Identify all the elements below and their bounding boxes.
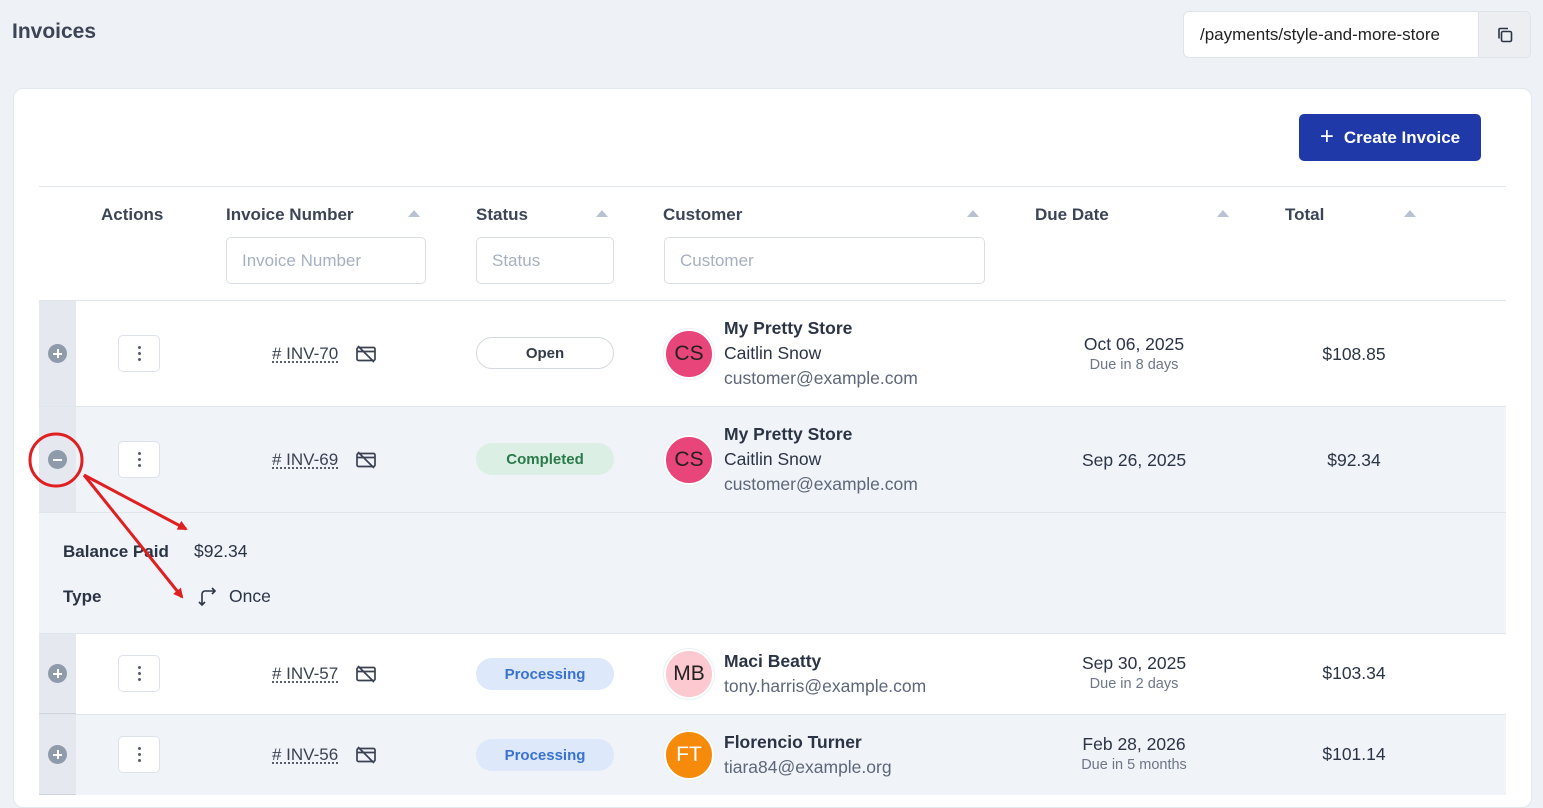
type-label: Type [63, 587, 101, 607]
customer-store: My Pretty Store [724, 316, 918, 341]
row-details-panel: Balance Paid $92.34 Type Once [39, 513, 1506, 633]
table-row: # INV-70 Open CS My Pretty Store Caitlin… [39, 301, 1506, 407]
invoice-number-filter-input[interactable]: Invoice Number [226, 237, 426, 284]
status-badge: Open [476, 337, 614, 369]
no-payment-method-icon [355, 450, 377, 470]
copy-url-button[interactable] [1478, 12, 1530, 57]
invoice-number-link[interactable]: # INV-69 [272, 450, 338, 470]
sort-invoice-number-icon[interactable] [408, 210, 420, 217]
column-header-total[interactable]: Total [1285, 205, 1324, 225]
due-relative: Due in 2 days [1039, 676, 1229, 692]
status-badge: Processing [476, 739, 614, 771]
status-filter-input[interactable]: Status [476, 237, 614, 284]
create-invoice-label: Create Invoice [1344, 128, 1460, 148]
customer-info: My Pretty Store Caitlin Snow customer@ex… [724, 316, 918, 391]
row-actions-menu-button[interactable] [118, 736, 160, 773]
sort-status-icon[interactable] [596, 210, 608, 217]
invoice-total: $108.85 [1284, 344, 1424, 365]
customer-email: tony.harris@example.com [724, 674, 926, 699]
due-date: Feb 28, 2026 [1039, 734, 1229, 755]
due-relative: Due in 5 months [1039, 757, 1229, 773]
due-date: Sep 30, 2025 [1039, 653, 1229, 674]
invoice-total: $103.34 [1284, 663, 1424, 684]
column-header-actions: Actions [101, 205, 163, 225]
table-row: # INV-69 Completed CS My Pretty Store Ca… [39, 407, 1506, 513]
due-date-cell: Oct 06, 2025 Due in 8 days [1039, 334, 1229, 373]
expand-row-icon[interactable] [48, 664, 67, 683]
customer-email: tiara84@example.org [724, 755, 892, 780]
balance-paid-label: Balance Paid [63, 542, 169, 562]
recurrence-arrows-icon [196, 585, 218, 607]
column-header-due-date[interactable]: Due Date [1035, 205, 1109, 225]
customer-info: Maci Beatty tony.harris@example.com [724, 649, 926, 699]
customer-name: Caitlin Snow [724, 447, 918, 472]
customer-email: customer@example.com [724, 366, 918, 391]
invoice-total: $101.14 [1284, 744, 1424, 765]
table-row: # INV-57 Processing MB Maci Beatty tony.… [39, 634, 1506, 714]
customer-name: Caitlin Snow [724, 341, 918, 366]
customer-info: My Pretty Store Caitlin Snow customer@ex… [724, 422, 918, 497]
avatar: CS [664, 435, 714, 485]
row-actions-menu-button[interactable] [118, 655, 160, 692]
create-invoice-button[interactable]: + Create Invoice [1299, 114, 1481, 161]
copy-icon [1495, 25, 1515, 45]
payment-url-box: /payments/style-and-more-store [1183, 11, 1531, 58]
no-payment-method-icon [355, 344, 377, 364]
no-payment-method-icon [355, 664, 377, 684]
no-payment-method-icon [355, 745, 377, 765]
customer-store: My Pretty Store [724, 422, 918, 447]
invoice-number-link[interactable]: # INV-70 [272, 344, 338, 364]
table-row: # INV-56 Processing FT Florencio Turner … [39, 715, 1506, 795]
due-date: Sep 26, 2025 [1039, 450, 1229, 471]
avatar: MB [664, 649, 714, 699]
collapse-row-icon[interactable] [48, 450, 67, 469]
avatar: CS [664, 329, 714, 379]
customer-info: Florencio Turner tiara84@example.org [724, 730, 892, 780]
customer-name: Maci Beatty [724, 649, 926, 674]
due-date: Oct 06, 2025 [1039, 334, 1229, 355]
invoice-number-link[interactable]: # INV-57 [272, 664, 338, 684]
invoice-total: $92.34 [1284, 450, 1424, 471]
avatar: FT [664, 730, 714, 780]
customer-filter-input[interactable]: Customer [664, 237, 985, 284]
sort-customer-icon[interactable] [967, 210, 979, 217]
due-date-cell: Sep 26, 2025 [1039, 450, 1229, 471]
column-header-status[interactable]: Status [476, 205, 528, 225]
invoice-number-link[interactable]: # INV-56 [272, 745, 338, 765]
status-badge: Processing [476, 658, 614, 690]
row-actions-menu-button[interactable] [118, 441, 160, 478]
sort-total-icon[interactable] [1404, 210, 1416, 217]
expand-row-icon[interactable] [48, 344, 67, 363]
plus-icon: + [1320, 125, 1334, 149]
payment-url-text[interactable]: /payments/style-and-more-store [1184, 12, 1478, 57]
expand-row-icon[interactable] [48, 745, 67, 764]
row-actions-menu-button[interactable] [118, 335, 160, 372]
column-header-customer[interactable]: Customer [663, 205, 742, 225]
page-title: Invoices [12, 20, 96, 44]
customer-name: Florencio Turner [724, 730, 892, 755]
due-relative: Due in 8 days [1039, 357, 1229, 373]
customer-email: customer@example.com [724, 472, 918, 497]
column-header-invoice-number[interactable]: Invoice Number [226, 205, 354, 225]
due-date-cell: Feb 28, 2026 Due in 5 months [1039, 734, 1229, 773]
table-top-divider [39, 186, 1506, 187]
balance-paid-value: $92.34 [194, 541, 248, 562]
sort-due-date-icon[interactable] [1217, 210, 1229, 217]
due-date-cell: Sep 30, 2025 Due in 2 days [1039, 653, 1229, 692]
type-value: Once [229, 586, 271, 607]
status-badge: Completed [476, 443, 614, 475]
